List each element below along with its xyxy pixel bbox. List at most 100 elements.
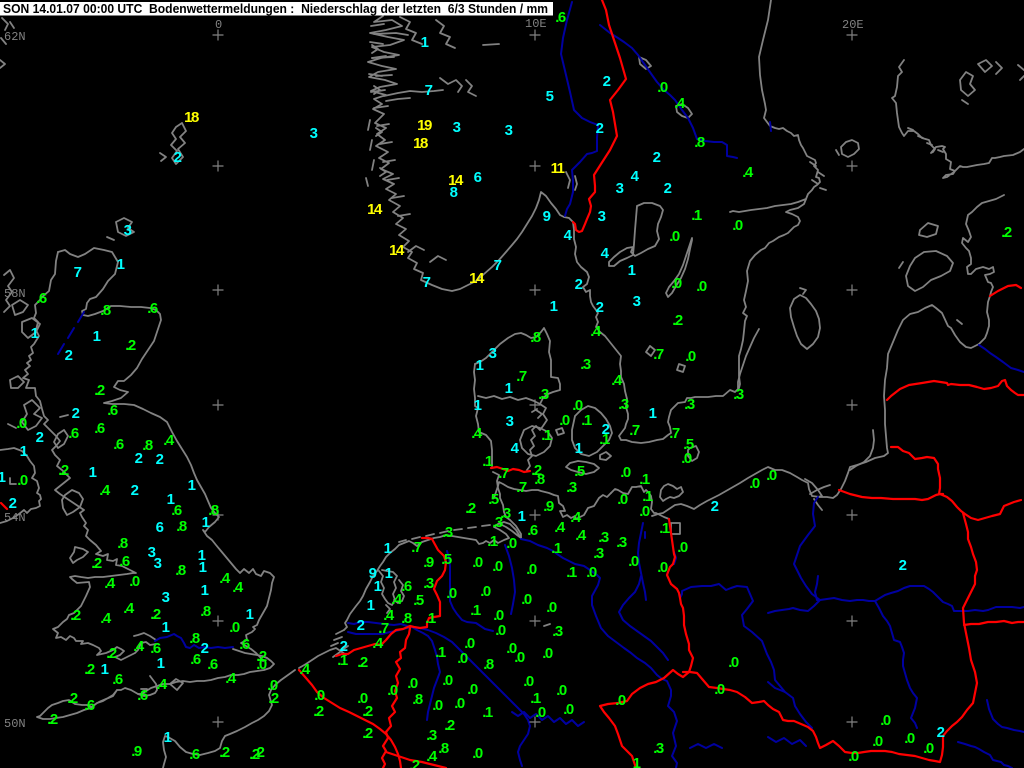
svg-text:.8: .8 bbox=[694, 134, 705, 151]
svg-text:3: 3 bbox=[124, 222, 132, 239]
svg-text:.0: .0 bbox=[872, 733, 883, 750]
svg-text:.3: .3 bbox=[566, 479, 577, 496]
svg-text:.0: .0 bbox=[407, 675, 418, 692]
svg-text:.0: .0 bbox=[387, 682, 398, 699]
svg-text:1: 1 bbox=[384, 540, 392, 557]
svg-text:.7: .7 bbox=[516, 368, 527, 385]
svg-text:1: 1 bbox=[202, 514, 210, 531]
svg-text:.8: .8 bbox=[534, 471, 545, 488]
svg-text:.8: .8 bbox=[142, 437, 153, 454]
svg-text:2: 2 bbox=[135, 450, 143, 467]
svg-text:.6: .6 bbox=[137, 687, 148, 704]
svg-text:.7: .7 bbox=[516, 479, 527, 496]
svg-text:.2: .2 bbox=[444, 717, 455, 734]
svg-text:1: 1 bbox=[367, 597, 375, 614]
svg-text:14: 14 bbox=[469, 270, 485, 287]
svg-text:.5: .5 bbox=[488, 491, 499, 508]
svg-text:.8: .8 bbox=[483, 656, 494, 673]
svg-text:.9: .9 bbox=[423, 554, 434, 571]
svg-text:.0: .0 bbox=[492, 558, 503, 575]
svg-text:.0: .0 bbox=[732, 217, 743, 234]
svg-text:.0: .0 bbox=[506, 535, 517, 552]
svg-text:.2: .2 bbox=[362, 703, 373, 720]
svg-text:50N: 50N bbox=[4, 717, 26, 731]
svg-text:3: 3 bbox=[506, 413, 514, 430]
svg-text:2: 2 bbox=[603, 73, 611, 90]
svg-text:.0: .0 bbox=[681, 450, 692, 467]
svg-text:1: 1 bbox=[89, 464, 97, 481]
svg-text:.3: .3 bbox=[442, 524, 453, 541]
svg-text:.0: .0 bbox=[526, 561, 537, 578]
svg-text:8: 8 bbox=[450, 184, 458, 201]
svg-text:.1: .1 bbox=[482, 704, 493, 721]
svg-text:.8: .8 bbox=[100, 302, 111, 319]
svg-text:.0: .0 bbox=[457, 650, 468, 667]
svg-text:.8: .8 bbox=[412, 691, 423, 708]
svg-text:.5: .5 bbox=[574, 463, 585, 480]
svg-text:2: 2 bbox=[201, 640, 209, 657]
svg-text:.6: .6 bbox=[147, 300, 158, 317]
svg-text:20E: 20E bbox=[842, 18, 864, 32]
svg-text:6: 6 bbox=[474, 169, 482, 186]
svg-text:.7: .7 bbox=[653, 346, 664, 363]
svg-text:1: 1 bbox=[20, 443, 28, 460]
svg-text:1: 1 bbox=[628, 262, 636, 279]
svg-text:1: 1 bbox=[649, 405, 657, 422]
svg-text:14: 14 bbox=[389, 242, 405, 259]
svg-text:1: 1 bbox=[575, 440, 583, 457]
svg-text:.6: .6 bbox=[68, 425, 79, 442]
svg-text:10E: 10E bbox=[525, 17, 547, 31]
svg-text:.3: .3 bbox=[618, 396, 629, 413]
svg-text:.6: .6 bbox=[36, 290, 47, 307]
svg-text:.3: .3 bbox=[538, 386, 549, 403]
svg-text:.6: .6 bbox=[112, 671, 123, 688]
svg-text:.8: .8 bbox=[189, 630, 200, 647]
svg-text:5: 5 bbox=[546, 88, 554, 105]
svg-text:.0: .0 bbox=[848, 748, 859, 765]
svg-text:.0: .0 bbox=[696, 278, 707, 295]
svg-text:2: 2 bbox=[596, 299, 604, 316]
svg-text:.0: .0 bbox=[563, 701, 574, 718]
svg-text:.0: .0 bbox=[535, 704, 546, 721]
svg-text:1: 1 bbox=[93, 328, 101, 345]
svg-text:.9: .9 bbox=[543, 498, 554, 515]
svg-text:.1: .1 bbox=[551, 540, 562, 557]
svg-text:.3: .3 bbox=[426, 727, 437, 744]
svg-text:2: 2 bbox=[257, 744, 265, 761]
svg-text:.0: .0 bbox=[495, 622, 506, 639]
svg-text:.0: .0 bbox=[442, 672, 453, 689]
svg-text:.0: .0 bbox=[314, 687, 325, 704]
svg-text:2: 2 bbox=[653, 149, 661, 166]
svg-text:.6: .6 bbox=[171, 502, 182, 519]
svg-text:9: 9 bbox=[543, 208, 551, 225]
svg-text:.9: .9 bbox=[131, 743, 142, 760]
svg-text:7: 7 bbox=[425, 82, 433, 99]
svg-text:1: 1 bbox=[505, 380, 513, 397]
svg-text:.2: .2 bbox=[268, 690, 279, 707]
svg-text:.2: .2 bbox=[465, 500, 476, 517]
svg-text:2: 2 bbox=[65, 347, 73, 364]
svg-text:.0: .0 bbox=[432, 697, 443, 714]
svg-text:.0: .0 bbox=[620, 464, 631, 481]
svg-text:1: 1 bbox=[476, 357, 484, 374]
svg-text:.2: .2 bbox=[94, 382, 105, 399]
svg-text:1: 1 bbox=[518, 508, 526, 525]
svg-text:3: 3 bbox=[598, 208, 606, 225]
svg-text:1: 1 bbox=[101, 661, 109, 678]
svg-text:3: 3 bbox=[162, 589, 170, 606]
svg-text:.5: .5 bbox=[413, 592, 424, 609]
svg-text:.1: .1 bbox=[482, 453, 493, 470]
svg-text:.6: .6 bbox=[401, 578, 412, 595]
svg-text:2: 2 bbox=[174, 149, 182, 166]
svg-text:.6: .6 bbox=[527, 522, 538, 539]
svg-text:.0: .0 bbox=[714, 681, 725, 698]
svg-text:1: 1 bbox=[201, 582, 209, 599]
svg-text:.2: .2 bbox=[125, 337, 136, 354]
svg-text:.6: .6 bbox=[94, 420, 105, 437]
svg-text:7: 7 bbox=[423, 274, 431, 291]
svg-text:2: 2 bbox=[899, 557, 907, 574]
svg-text:3: 3 bbox=[505, 122, 513, 139]
svg-text:.0: .0 bbox=[728, 654, 739, 671]
svg-text:.8: .8 bbox=[117, 535, 128, 552]
svg-text:.1: .1 bbox=[337, 652, 348, 669]
